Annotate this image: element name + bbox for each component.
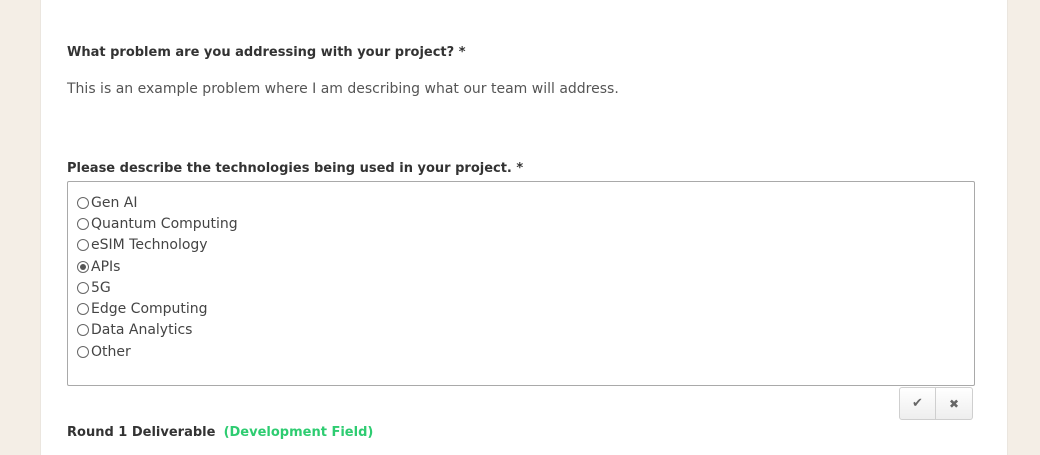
check-icon: ✔ <box>912 396 923 411</box>
radio-icon[interactable] <box>77 324 89 337</box>
radio-option-label: Quantum Computing <box>91 215 238 232</box>
radio-option-apis[interactable]: APIs <box>77 256 238 277</box>
deliverable-heading: Round 1 Deliverable (Development Field) <box>67 425 373 440</box>
technologies-radio-list: Gen AI Quantum Computing eSIM Technology… <box>77 192 238 362</box>
question-problem-label: What problem are you addressing with you… <box>67 45 466 60</box>
radio-option-label: eSIM Technology <box>91 237 208 254</box>
radio-option-label: Other <box>91 343 131 360</box>
cancel-button[interactable]: ✖ <box>936 387 973 420</box>
radio-option-edge-computing[interactable]: Edge Computing <box>77 298 238 319</box>
radio-icon[interactable] <box>77 239 89 252</box>
radio-option-label: 5G <box>91 279 111 296</box>
radio-option-label: Gen AI <box>91 194 138 211</box>
radio-option-label: Edge Computing <box>91 301 208 318</box>
radio-icon[interactable] <box>77 303 89 316</box>
question-problem-answer: This is an example problem where I am de… <box>67 81 619 97</box>
radio-option-data-analytics[interactable]: Data Analytics <box>77 320 238 341</box>
development-field-tag: (Development Field) <box>223 425 374 440</box>
radio-icon[interactable] <box>77 196 89 209</box>
question-technologies-label: Please describe the technologies being u… <box>67 161 524 176</box>
deliverable-label: Round 1 Deliverable <box>67 425 216 440</box>
radio-icon[interactable] <box>77 217 89 230</box>
technologies-options-box: Gen AI Quantum Computing eSIM Technology… <box>67 181 975 386</box>
radio-icon[interactable] <box>77 281 89 294</box>
confirm-button[interactable]: ✔ <box>899 387 936 420</box>
close-icon: ✖ <box>948 396 960 411</box>
radio-checked-icon[interactable] <box>77 260 89 273</box>
radio-option-esim-technology[interactable]: eSIM Technology <box>77 235 238 256</box>
radio-option-other[interactable]: Other <box>77 341 238 362</box>
radio-option-gen-ai[interactable]: Gen AI <box>77 192 238 213</box>
radio-icon[interactable] <box>77 345 89 358</box>
radio-option-quantum-computing[interactable]: Quantum Computing <box>77 213 238 234</box>
inline-edit-buttons: ✔ ✖ <box>899 387 973 420</box>
radio-option-label: APIs <box>91 258 121 275</box>
radio-option-label: Data Analytics <box>91 322 193 339</box>
radio-option-5g[interactable]: 5G <box>77 277 238 298</box>
